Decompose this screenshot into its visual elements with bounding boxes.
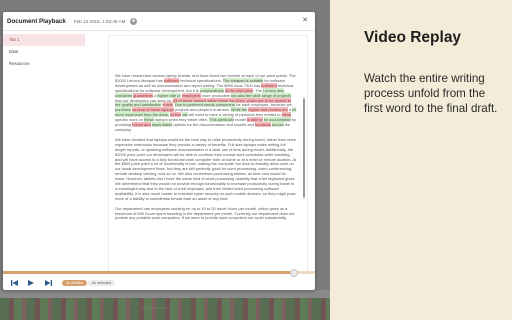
- playback-progress-fill: [3, 271, 294, 274]
- modal-header: Document Playback Feb 13 2016, 1:53:45 A…: [3, 12, 315, 31]
- document-text: We have researched various laptop brands…: [115, 73, 297, 226]
- document-page: We have researched various laptop brands…: [108, 35, 308, 274]
- modal-sidebar: Tab 1 Data Resources: [3, 31, 85, 271]
- document-text-run: options for the documentation and report…: [172, 122, 256, 128]
- document-paragraph: We have researched various laptop brands…: [115, 73, 297, 133]
- promo-title: Video Replay: [364, 29, 462, 46]
- inserted-text-highlight: dependable: [151, 122, 173, 128]
- deleted-text-highlight: robust and: [132, 122, 151, 128]
- document-playback-modal: Document Playback Feb 13 2016, 1:53:45 A…: [3, 12, 315, 290]
- close-icon[interactable]: ✕: [302, 16, 308, 24]
- promo-description: Watch the entire writing process unfold …: [364, 72, 498, 115]
- inserted-text-highlight: but also the wide range of projects: [231, 92, 292, 98]
- document-text-run: . The: [253, 87, 264, 93]
- modal-date: Feb 13 2016, 1:53:45 AM: [73, 18, 126, 24]
- playback-progress-bar[interactable]: [3, 269, 315, 277]
- sidebar-item-tab1[interactable]: Tab 1: [3, 34, 85, 46]
- skip-back-icon[interactable]: [8, 279, 20, 286]
- document-text-run: We have decided that laptops would be th…: [115, 136, 297, 201]
- playback-controls: 4x Written 4x selected: [3, 275, 315, 290]
- sidebar-item-data[interactable]: Data: [3, 46, 85, 58]
- inserted-text-highlight: across: [272, 122, 284, 128]
- document-scrollbar[interactable]: [303, 98, 305, 198]
- speed-selected-toggle[interactable]: 4x selected: [88, 279, 116, 286]
- document-paragraph: We have decided that laptops would be th…: [115, 136, 297, 202]
- document-text-run: Our department has employees working for…: [115, 205, 295, 221]
- sidebar-item-resources[interactable]: Resources: [3, 58, 85, 70]
- document-paragraph: Our department has employees working for…: [115, 205, 297, 222]
- skip-forward-icon[interactable]: [42, 279, 54, 286]
- deleted-text-highlight: functions: [255, 122, 271, 128]
- deleted-text-highlight: employees: [181, 92, 201, 98]
- avatar: [130, 17, 138, 25]
- document-text-run: more productive: [200, 92, 232, 98]
- modal-title: Document Playback: [7, 17, 66, 25]
- background-timeline-axis: [0, 290, 330, 298]
- play-icon[interactable]: [25, 279, 37, 286]
- speed-written-toggle[interactable]: 4x Written: [62, 279, 88, 286]
- background-activity-strip: [0, 298, 330, 320]
